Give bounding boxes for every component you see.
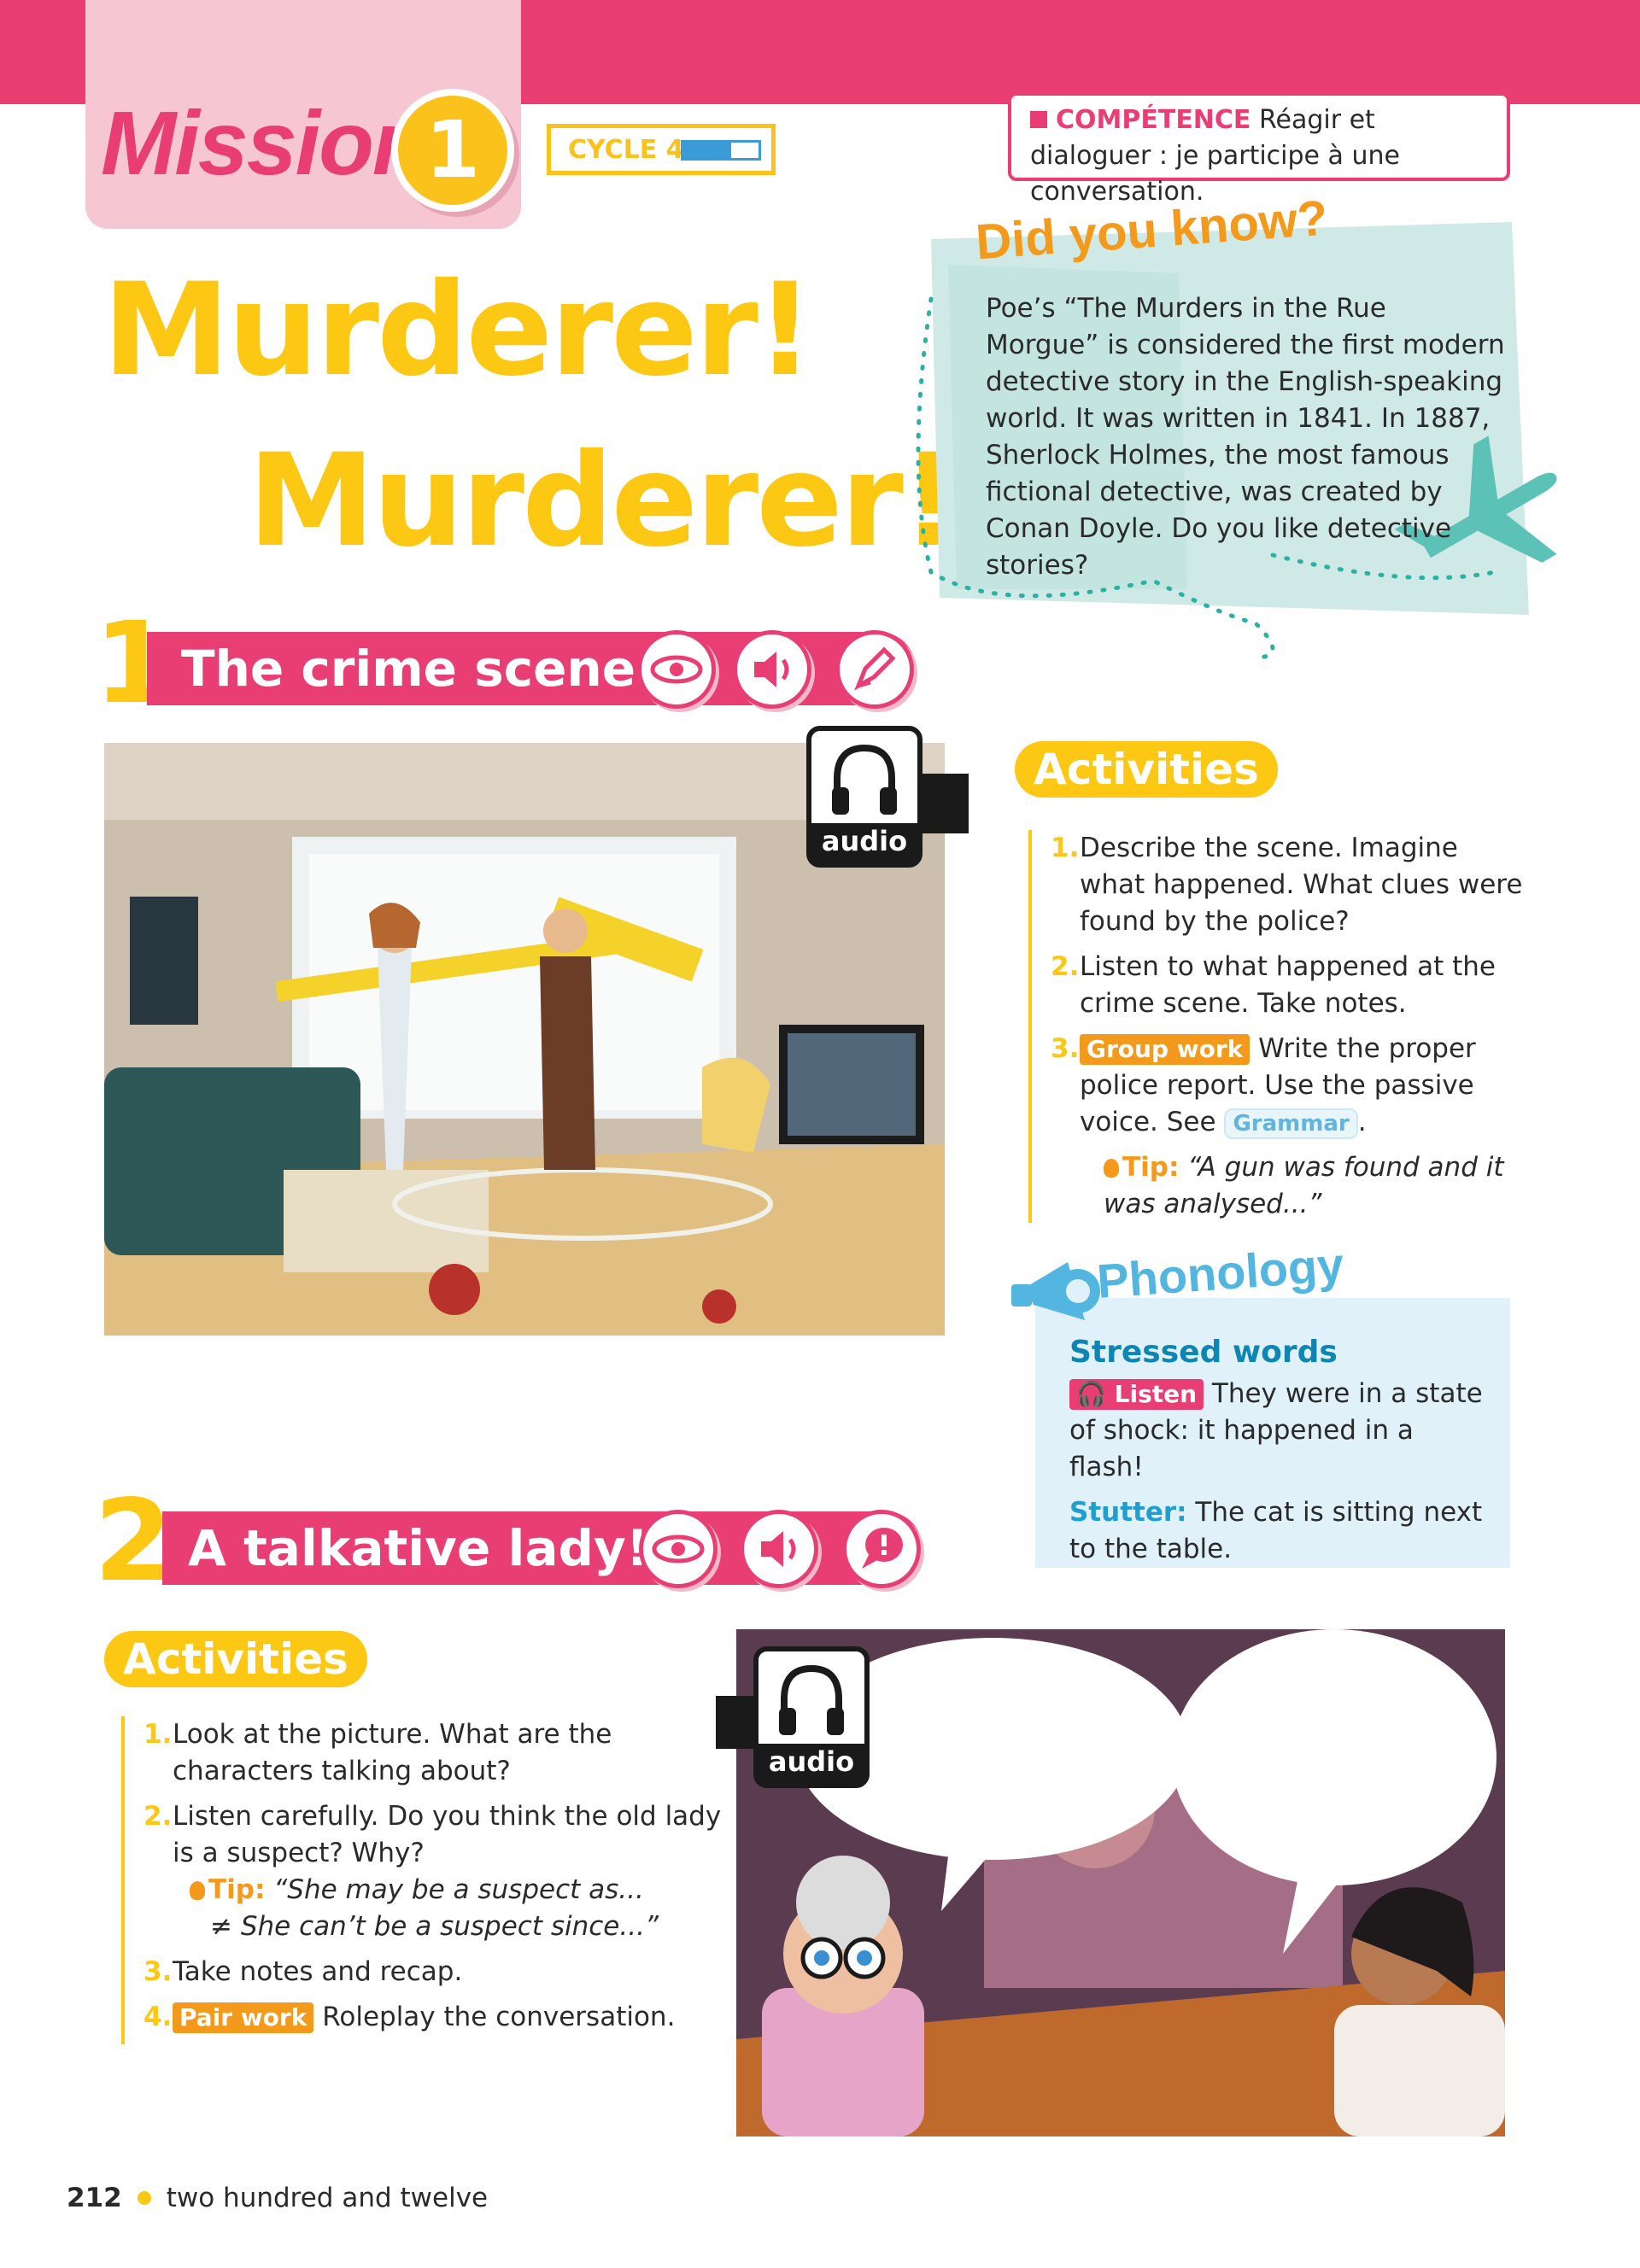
headphones-icon (779, 1664, 844, 1735)
headphones-icon (832, 744, 897, 815)
mission-number: 1 (391, 89, 514, 212)
tip: Tip: “She may be a suspect as... ≠ She c… (144, 1872, 724, 1945)
stressed-words-heading: Stressed words (1069, 1335, 1338, 1370)
phonology-content: Stressed words 🎧 Listen They were in a s… (1069, 1334, 1488, 1568)
audio-label: audio (758, 1744, 864, 1783)
list-item: 2. Listen carefully. Do you think the ol… (144, 1801, 722, 1868)
page-title-line2: Murderer! (248, 427, 959, 576)
competence-square-icon (1030, 111, 1047, 128)
page-title-line1: Murderer! (102, 256, 814, 405)
lightbulb-icon (1104, 1159, 1119, 1178)
activities-heading: Activities (1015, 741, 1278, 798)
audio-tab (716, 1696, 758, 1749)
list-item: 4. Pair work Roleplay the conversation. (144, 2002, 676, 2033)
tip: Tip: “A gun was found and it was analyse… (1104, 1152, 1504, 1219)
activities-list: 1. Look at the picture. What are the cha… (121, 1716, 724, 2044)
list-item: 1. Look at the picture. What are the cha… (144, 1719, 612, 1786)
listen-line: 🎧 Listen They were in a state of shock: … (1069, 1378, 1483, 1482)
eye-icon (639, 1510, 718, 1588)
grammar-link[interactable]: Grammar (1224, 1108, 1358, 1139)
section2-number: 2 (94, 1476, 173, 1607)
list-item: 2. Listen to what happened at the crime … (1051, 951, 1496, 1019)
speaker-icon (740, 1510, 818, 1588)
competence-label: COMPÉTENCE (1056, 105, 1251, 135)
audio-button[interactable]: audio (806, 726, 922, 868)
list-item: 1. Describe the scene. Imagine what happ… (1051, 833, 1523, 937)
eye-icon (637, 630, 716, 709)
footer-dot (137, 2191, 151, 2205)
did-you-know-text: Poe’s “The Murders in the Rue Morgue” is… (986, 293, 1505, 581)
stutter-line: Stutter: The cat is sitting next to the … (1069, 1497, 1483, 1564)
speech-bubble-icon (842, 1510, 921, 1588)
headphones-icon: 🎧 (1076, 1380, 1106, 1408)
section1-title: The crime scene (181, 640, 636, 698)
cycle-badge: CYCLE 4 (547, 124, 776, 175)
page-number-words: two hundred and twelve (166, 2183, 489, 2213)
speaker-icon (733, 630, 811, 709)
pen-icon (835, 630, 914, 709)
audio-tab (921, 774, 969, 833)
group-work-tag: Group work (1080, 1034, 1250, 1065)
list-item: 3. Take notes and recap. (144, 1956, 463, 1987)
section2-title: A talkative lady! (188, 1519, 649, 1577)
cycle-progress-bar (681, 140, 761, 161)
competence-box: COMPÉTENCE Réagir et dialoguer : je part… (1008, 92, 1510, 207)
mission-label: Mission (101, 93, 428, 194)
activities-heading: Activities (104, 1631, 367, 1687)
page-number: 212 (67, 2183, 122, 2213)
pair-work-tag: Pair work (173, 2002, 314, 2033)
audio-label: audio (811, 823, 917, 862)
lightbulb-icon (190, 1881, 205, 1900)
listen-tag[interactable]: 🎧 Listen (1069, 1379, 1204, 1410)
audio-button[interactable]: audio (753, 1646, 870, 1788)
activities-list: 1. Describe the scene. Imagine what happ… (1028, 830, 1529, 1223)
list-item: 3. Group work Write the proper police re… (1051, 1033, 1476, 1139)
page-footer: 212 two hundred and twelve (67, 2183, 488, 2213)
cycle-label: CYCLE 4 (568, 135, 684, 165)
